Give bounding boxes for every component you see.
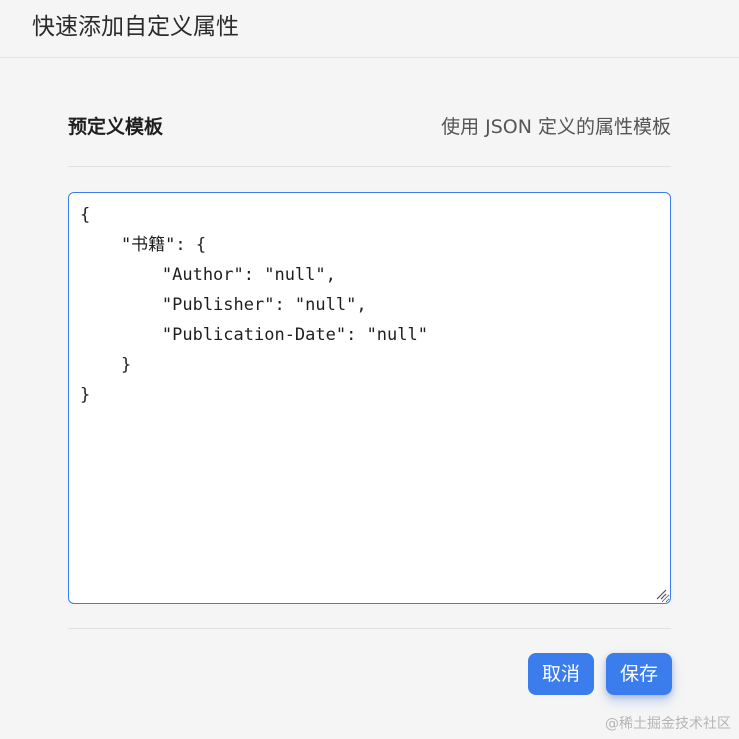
section-title: 预定义模板 xyxy=(68,116,164,138)
dialog-header: 快速添加自定义属性 xyxy=(0,0,739,58)
divider-bottom xyxy=(68,628,671,629)
template-section-header: 预定义模板 使用 JSON 定义的属性模板 xyxy=(68,112,671,142)
dialog-title: 快速添加自定义属性 xyxy=(32,14,239,40)
watermark: @稀土掘金技术社区 xyxy=(605,716,731,732)
cancel-button[interactable]: 取消 xyxy=(528,653,594,695)
save-button[interactable]: 保存 xyxy=(606,653,672,695)
json-template-editor[interactable] xyxy=(68,192,671,604)
section-description: 使用 JSON 定义的属性模板 xyxy=(441,116,671,138)
resize-handle-icon[interactable] xyxy=(655,588,667,600)
add-custom-attributes-dialog: 快速添加自定义属性 预定义模板 使用 JSON 定义的属性模板 取消 保存 @稀… xyxy=(0,0,739,739)
divider-top xyxy=(68,166,671,167)
